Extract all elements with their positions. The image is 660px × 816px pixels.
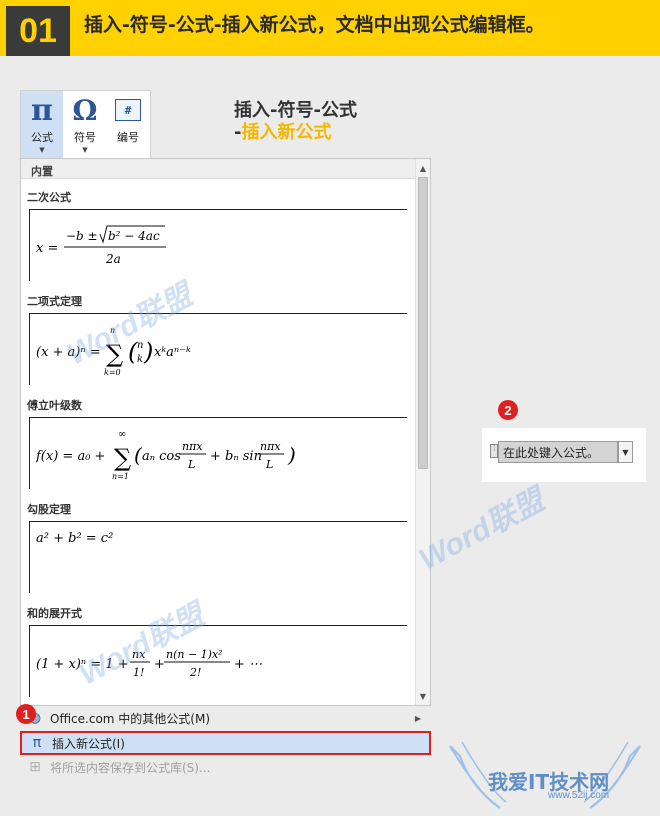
svg-text:2a: 2a xyxy=(105,252,121,266)
svg-text:nπx: nπx xyxy=(182,440,203,453)
gallery-scrollbar[interactable]: ▲ ▼ xyxy=(415,159,430,705)
svg-text:xᵏaⁿ⁻ᵏ: xᵏaⁿ⁻ᵏ xyxy=(154,345,191,360)
svg-text:−b ±: −b ± xyxy=(66,229,98,243)
svg-text:∞: ∞ xyxy=(118,429,126,440)
gallery-header: 内置 xyxy=(21,159,416,179)
svg-text:x =: x = xyxy=(36,241,58,256)
caption-line2-text: 插入新公式 xyxy=(241,122,332,143)
drag-handle-icon[interactable]: ⋮ xyxy=(490,444,498,458)
svg-text:): ) xyxy=(287,443,296,467)
equation-options-dropdown[interactable]: ▼ xyxy=(618,441,633,463)
caption-line2: -插入新公式 xyxy=(234,122,357,144)
instruction-caption: 插入-符号-公式 -插入新公式 xyxy=(234,100,357,144)
more-equations-menu-item[interactable]: ◍ Office.com 中的其他公式(M) ▶ xyxy=(20,706,431,730)
step-badge-2: 2 xyxy=(498,400,518,420)
scroll-thumb[interactable] xyxy=(418,177,428,469)
pi-icon: π xyxy=(31,92,53,128)
insert-new-equation-label: 插入新公式(I) xyxy=(52,736,125,751)
symbol-button[interactable]: Ω 符号 ▼ xyxy=(64,91,106,159)
equation-gallery: 内置 ▲ ▼ 二次公式 x = −b ± b² − 4ac 2a 二项式定理 (… xyxy=(20,158,431,706)
number-label: 编号 xyxy=(117,131,139,144)
chevron-down-icon: ▼ xyxy=(39,146,45,154)
equation-title: 二项式定理 xyxy=(27,295,82,308)
svg-text:n=1: n=1 xyxy=(112,472,129,481)
quadratic-formula[interactable]: x = −b ± b² − 4ac 2a xyxy=(29,209,407,281)
pi-icon: π xyxy=(32,735,42,751)
equation-title: 二次公式 xyxy=(27,191,71,204)
number-icon: # xyxy=(115,99,141,121)
number-button[interactable]: # 编号 xyxy=(107,91,149,159)
svg-text:aₙ cos: aₙ cos xyxy=(142,449,181,464)
save-to-gallery-label: 将所选内容保存到公式库(S)... xyxy=(50,760,211,775)
symbol-label: 符号 xyxy=(74,131,96,144)
site-url-watermark: www.52ij.com xyxy=(548,790,610,801)
omega-icon: Ω xyxy=(72,93,98,127)
symbols-ribbon-group: π 公式 ▼ Ω 符号 ▼ # 编号 xyxy=(20,90,151,159)
equation-title: 傅立叶级数 xyxy=(27,399,82,412)
svg-text:+ ⋯: + ⋯ xyxy=(234,657,262,672)
pythagorean-theorem-graphic: a² + b² = c² xyxy=(36,531,113,546)
save-to-gallery-menu-item[interactable]: ⊞ 将所选内容保存到公式库(S)... xyxy=(20,755,431,779)
banner-title: 插入-符号-公式-插入新公式，文档中出现公式编辑框。 xyxy=(84,14,545,36)
svg-text:a² + b² = c²: a² + b² = c² xyxy=(36,531,113,546)
svg-text:+ bₙ sin: + bₙ sin xyxy=(210,449,262,464)
equation-button[interactable]: π 公式 ▼ xyxy=(21,91,63,159)
save-gallery-icon: ⊞ xyxy=(29,759,41,775)
svg-text:n(n − 1)x²: n(n − 1)x² xyxy=(166,648,223,661)
svg-text:2!: 2! xyxy=(189,666,201,679)
pythagorean-theorem[interactable]: a² + b² = c² xyxy=(29,521,407,593)
svg-text:L: L xyxy=(265,458,273,471)
insert-new-equation-menu-item[interactable]: π 插入新公式(I) xyxy=(20,731,431,755)
more-equations-label: Office.com 中的其他公式(M) xyxy=(50,711,211,726)
chevron-right-icon: ▶ xyxy=(414,713,421,723)
equation-input[interactable]: 在此处键入公式。 xyxy=(498,441,618,463)
svg-text:L: L xyxy=(187,458,195,471)
svg-text:nπx: nπx xyxy=(260,440,281,453)
step-number: 01 xyxy=(6,6,70,56)
svg-text:f(x) = a₀ +: f(x) = a₀ + xyxy=(36,449,105,464)
step-badge-1: 1 xyxy=(16,704,36,724)
svg-text:+: + xyxy=(154,657,165,672)
svg-text:k=0: k=0 xyxy=(104,368,121,377)
chevron-down-icon: ▼ xyxy=(82,146,88,154)
caption-line1: 插入-符号-公式 xyxy=(234,100,357,121)
equation-title: 和的展开式 xyxy=(27,607,82,620)
svg-text:k: k xyxy=(137,354,143,365)
scroll-up-icon[interactable]: ▲ xyxy=(416,161,430,175)
svg-text:∑: ∑ xyxy=(114,444,131,472)
fourier-series[interactable]: f(x) = a₀ + ∞ ∑ n=1 ( aₙ cos nπx L + bₙ … xyxy=(29,417,407,489)
svg-text:): ) xyxy=(143,338,153,366)
scroll-down-icon[interactable]: ▼ xyxy=(416,689,430,703)
equation-label: 公式 xyxy=(31,131,53,144)
quadratic-formula-graphic: x = −b ± b² − 4ac 2a xyxy=(36,225,166,266)
title-banner: 01 插入-符号-公式-插入新公式，文档中出现公式编辑框。 xyxy=(0,0,660,56)
equation-title: 勾股定理 xyxy=(27,503,71,516)
fourier-series-graphic: f(x) = a₀ + ∞ ∑ n=1 ( aₙ cos nπx L + bₙ … xyxy=(36,429,296,481)
svg-text:b² − 4ac: b² − 4ac xyxy=(108,229,160,243)
